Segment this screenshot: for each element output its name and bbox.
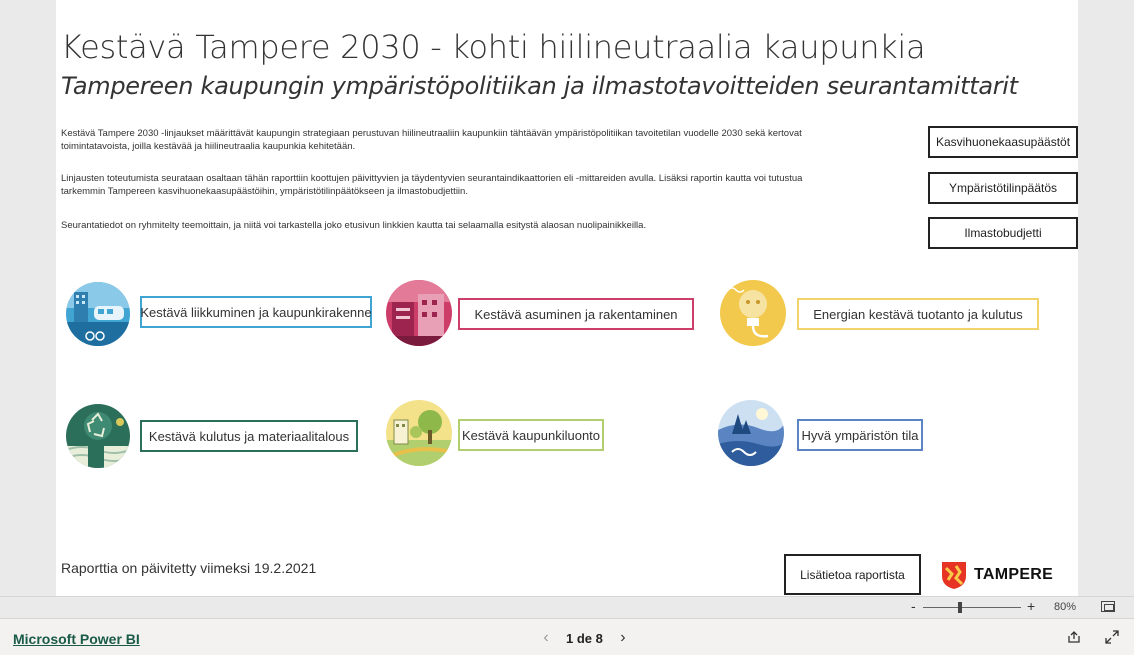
zoom-out-button[interactable]: - <box>911 598 916 614</box>
fit-to-page-icon[interactable] <box>1101 601 1115 612</box>
fullscreen-icon[interactable] <box>1105 630 1119 649</box>
zoom-slider-thumb[interactable] <box>958 602 962 613</box>
environmental-accounts-button[interactable]: Ympäristötilinpäätös <box>928 172 1078 204</box>
topic-environment-button[interactable]: Hyvä ympäristön tila <box>797 419 923 451</box>
powerbi-link[interactable]: Microsoft Power BI <box>13 631 140 647</box>
report-subtitle: Tampereen kaupungin ympäristöpolitiikan … <box>61 72 1018 100</box>
transport-icon[interactable] <box>66 282 130 346</box>
energy-icon[interactable] <box>720 280 786 346</box>
zoom-bar: - + 80% <box>0 596 1134 618</box>
topic-housing-button[interactable]: Kestävä asuminen ja rakentaminen <box>458 298 694 330</box>
recycle-icon[interactable] <box>66 404 130 468</box>
report-canvas: Kestävä Tampere 2030 - kohti hiilineutra… <box>56 0 1078 596</box>
previous-page-icon[interactable]: ‹ <box>540 629 552 647</box>
page-indicator: 1 de 8 <box>566 630 603 646</box>
more-info-button[interactable]: Lisätietoa raportista <box>784 554 921 595</box>
logo-text: TAMPERE <box>974 566 1054 583</box>
tampere-logo: TAMPERE <box>940 560 1053 590</box>
zoom-slider-track[interactable] <box>923 607 1021 608</box>
environment-icon[interactable] <box>718 400 784 466</box>
topic-energy-button[interactable]: Energian kestävä tuotanto ja kulutus <box>797 298 1039 330</box>
housing-icon[interactable] <box>386 280 452 346</box>
topic-transport-button[interactable]: Kestävä liikkuminen ja kaupunkirakenne <box>140 296 372 328</box>
intro-paragraph-2: Linjausten toteutumista seurataan osalta… <box>61 173 803 197</box>
report-title: Kestävä Tampere 2030 - kohti hiilineutra… <box>61 28 926 66</box>
topic-consumption-button[interactable]: Kestävä kulutus ja materiaalitalous <box>140 420 358 452</box>
tampere-crest-icon <box>942 562 966 589</box>
nature-icon[interactable] <box>386 400 452 466</box>
zoom-percentage: 80% <box>1054 601 1077 613</box>
share-icon[interactable] <box>1067 630 1081 649</box>
page-navigator: ‹ 1 de 8 › <box>540 629 629 647</box>
climate-budget-button[interactable]: Ilmastobudjetti <box>928 217 1078 249</box>
topic-nature-button[interactable]: Kestävä kaupunkiluonto <box>458 419 604 451</box>
next-page-icon[interactable]: › <box>617 629 629 647</box>
last-updated-text: Raporttia on päivitetty viimeksi 19.2.20… <box>61 560 317 576</box>
intro-paragraph-1: Kestävä Tampere 2030 -linjaukset määritt… <box>61 128 802 152</box>
powerbi-footer: Microsoft Power BI ‹ 1 de 8 › <box>0 618 1134 655</box>
intro-paragraph-3: Seurantatiedot on ryhmitelty teemoittain… <box>61 220 647 231</box>
zoom-in-button[interactable]: + <box>1027 598 1035 614</box>
ghg-emissions-button[interactable]: Kasvihuonekaasupäästöt <box>928 126 1078 158</box>
